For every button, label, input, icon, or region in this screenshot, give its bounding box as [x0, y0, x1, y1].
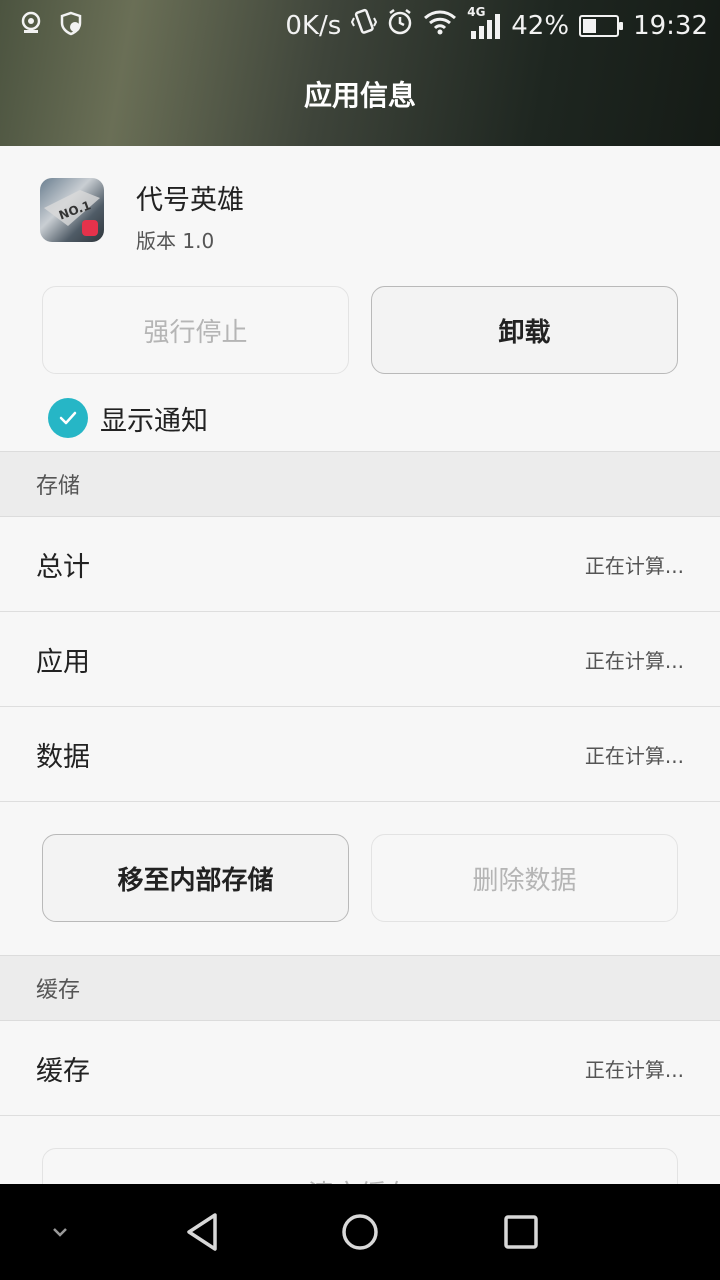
recents-button[interactable] — [489, 1184, 553, 1280]
header: 0K/s 4G 42% 19:32 应用信息 — [0, 0, 720, 146]
cache-section-header: 缓存 — [0, 955, 720, 1021]
storage-row-total: 总计 正在计算... — [0, 517, 720, 612]
app-info: NO.1 代号英雄 版本 1.0 — [40, 178, 244, 254]
home-circle-icon — [342, 1214, 378, 1250]
navigation-bar — [0, 1184, 720, 1280]
app-name: 代号英雄 — [136, 185, 244, 216]
row-label: 总计 — [36, 551, 90, 583]
row-label: 数据 — [36, 741, 90, 773]
vibrate-icon — [351, 8, 378, 43]
storage-row-data: 数据 正在计算... — [0, 707, 720, 802]
back-button[interactable] — [170, 1184, 234, 1280]
recents-square-icon — [504, 1215, 538, 1249]
chevron-down-icon — [53, 1228, 67, 1237]
row-label: 应用 — [36, 646, 90, 678]
show-notification-label: 显示通知 — [100, 405, 208, 437]
row-value: 正在计算... — [584, 648, 684, 673]
location-icon — [18, 10, 44, 40]
app-icon: NO.1 — [40, 178, 104, 242]
home-button[interactable] — [328, 1184, 392, 1280]
shield-icon — [58, 10, 84, 40]
show-notification-toggle[interactable]: 显示通知 — [48, 398, 208, 438]
back-triangle-icon — [187, 1213, 217, 1251]
storage-section-header: 存储 — [0, 451, 720, 517]
uninstall-button[interactable]: 卸载 — [371, 286, 678, 374]
battery-icon — [579, 14, 624, 37]
row-value: 正在计算... — [584, 1057, 684, 1082]
status-bar: 0K/s 4G 42% 19:32 — [0, 0, 720, 52]
app-version: 版本 1.0 — [136, 229, 215, 253]
net-speed: 0K/s — [285, 10, 342, 41]
page-title: 应用信息 — [303, 79, 416, 112]
battery-fill — [583, 18, 597, 33]
clock: 19:32 — [633, 10, 708, 41]
signal-icon: 4G — [467, 5, 501, 41]
row-value: 正在计算... — [584, 743, 684, 768]
battery-percent: 42% — [511, 10, 570, 41]
row-value: 正在计算... — [584, 553, 684, 578]
storage-row-app: 应用 正在计算... — [0, 612, 720, 707]
alarm-icon — [387, 8, 413, 43]
checkmark-icon[interactable] — [48, 398, 88, 438]
clear-data-button[interactable]: 删除数据 — [371, 834, 678, 922]
force-stop-button[interactable]: 强行停止 — [42, 286, 349, 374]
wifi-icon — [423, 9, 457, 42]
move-to-internal-storage-button[interactable]: 移至内部存储 — [42, 834, 349, 922]
row-label: 缓存 — [36, 1055, 90, 1087]
cache-row: 缓存 正在计算... — [0, 1021, 720, 1116]
app-badge — [82, 220, 98, 236]
hide-nav-button[interactable] — [30, 1184, 90, 1280]
